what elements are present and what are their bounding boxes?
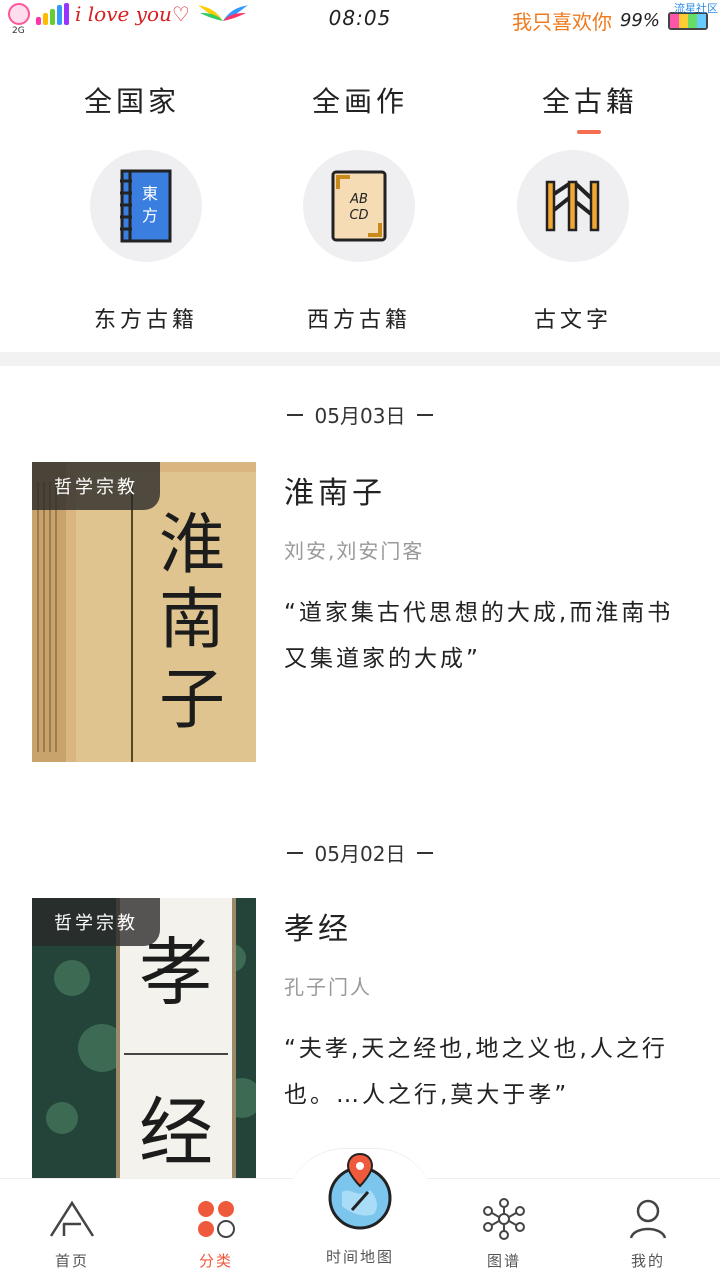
- svg-text:淮: 淮: [159, 506, 225, 583]
- category-icon: [191, 1194, 241, 1244]
- book-east-icon: 東 方: [120, 169, 172, 243]
- category-grid: 東 方 东方古籍 AB CD 西方古籍 古文字: [0, 150, 720, 333]
- nav-category[interactable]: 分类: [144, 1194, 288, 1271]
- timemap-icon: [328, 1152, 392, 1230]
- date-text: 05月02日: [314, 842, 406, 866]
- svg-text:CD: CD: [349, 208, 368, 223]
- book-author: 孔子门人: [284, 975, 372, 999]
- nav-label: 分类: [198, 1252, 233, 1270]
- category-label: 西方古籍: [306, 308, 411, 333]
- battery-percent: 99%: [619, 10, 660, 31]
- category-icon-wrap: AB CD: [303, 150, 415, 262]
- svg-text:南: 南: [159, 581, 225, 658]
- status-bar: i love you♡ 2G 08:05 我只喜欢你 99% 流星社区: [0, 0, 720, 40]
- tab-ancient-books[interactable]: 全古籍: [500, 80, 680, 120]
- nav-timemap[interactable]: [322, 1152, 398, 1230]
- nav-label: 我的: [630, 1252, 665, 1270]
- nav-graph[interactable]: 图谱: [432, 1194, 576, 1271]
- nav-label: 图谱: [486, 1252, 521, 1270]
- category-eastern-books[interactable]: 東 方 东方古籍: [56, 150, 236, 334]
- category-label: 东方古籍: [93, 308, 198, 333]
- svg-text:经: 经: [139, 1090, 213, 1176]
- book-west-icon: AB CD: [331, 170, 387, 242]
- svg-text:東: 東: [142, 184, 158, 203]
- book-title[interactable]: 淮南子: [284, 468, 386, 512]
- nav-profile[interactable]: 我的: [576, 1194, 720, 1271]
- book-author: 刘安,刘安门客: [284, 539, 425, 563]
- book-cover-image[interactable]: 淮 南 子 哲学宗教: [32, 462, 256, 762]
- nav-label: 首页: [54, 1252, 89, 1270]
- book-quote: “道家集古代思想的大成,而淮南书又集道家的大成”: [284, 600, 674, 672]
- category-tag: 哲学宗教: [32, 462, 160, 510]
- svg-text:子: 子: [159, 661, 225, 738]
- book-cover-image[interactable]: 孝 经 哲学宗教: [32, 898, 256, 1178]
- category-label: 古文字: [533, 308, 612, 333]
- date-text: 05月03日: [314, 404, 406, 428]
- category-icon-wrap: [517, 150, 629, 262]
- book-title[interactable]: 孝经: [284, 904, 352, 948]
- category-icon-wrap: 東 方: [90, 150, 202, 262]
- category-ancient-script[interactable]: 古文字: [483, 150, 663, 334]
- ancient-script-icon: [545, 180, 600, 232]
- svg-text:方: 方: [142, 206, 158, 225]
- top-tabs: 全国家 全画作 全古籍: [0, 80, 720, 140]
- list-date-header: 05月03日: [0, 400, 720, 429]
- profile-icon: [623, 1194, 673, 1244]
- home-icon: [47, 1194, 97, 1244]
- book-quote: “夫孝,天之经也,地之义也,人之行也。…人之行,莫大于孝”: [284, 1036, 668, 1108]
- svg-text:AB: AB: [349, 192, 368, 207]
- category-tag: 哲学宗教: [32, 898, 160, 946]
- category-western-books[interactable]: AB CD 西方古籍: [269, 150, 449, 334]
- tab-countries[interactable]: 全国家: [42, 80, 222, 120]
- graph-icon: [479, 1194, 529, 1244]
- tab-active-indicator: [577, 130, 601, 134]
- nav-home[interactable]: 首页: [0, 1194, 144, 1271]
- community-watermark: 流星社区: [674, 2, 718, 15]
- tab-paintings[interactable]: 全画作: [270, 80, 450, 120]
- section-divider: [0, 352, 720, 366]
- nav-label: 时间地图: [325, 1248, 394, 1266]
- status-slogan: 我只喜欢你: [511, 10, 612, 34]
- list-date-header: 05月02日: [0, 838, 720, 867]
